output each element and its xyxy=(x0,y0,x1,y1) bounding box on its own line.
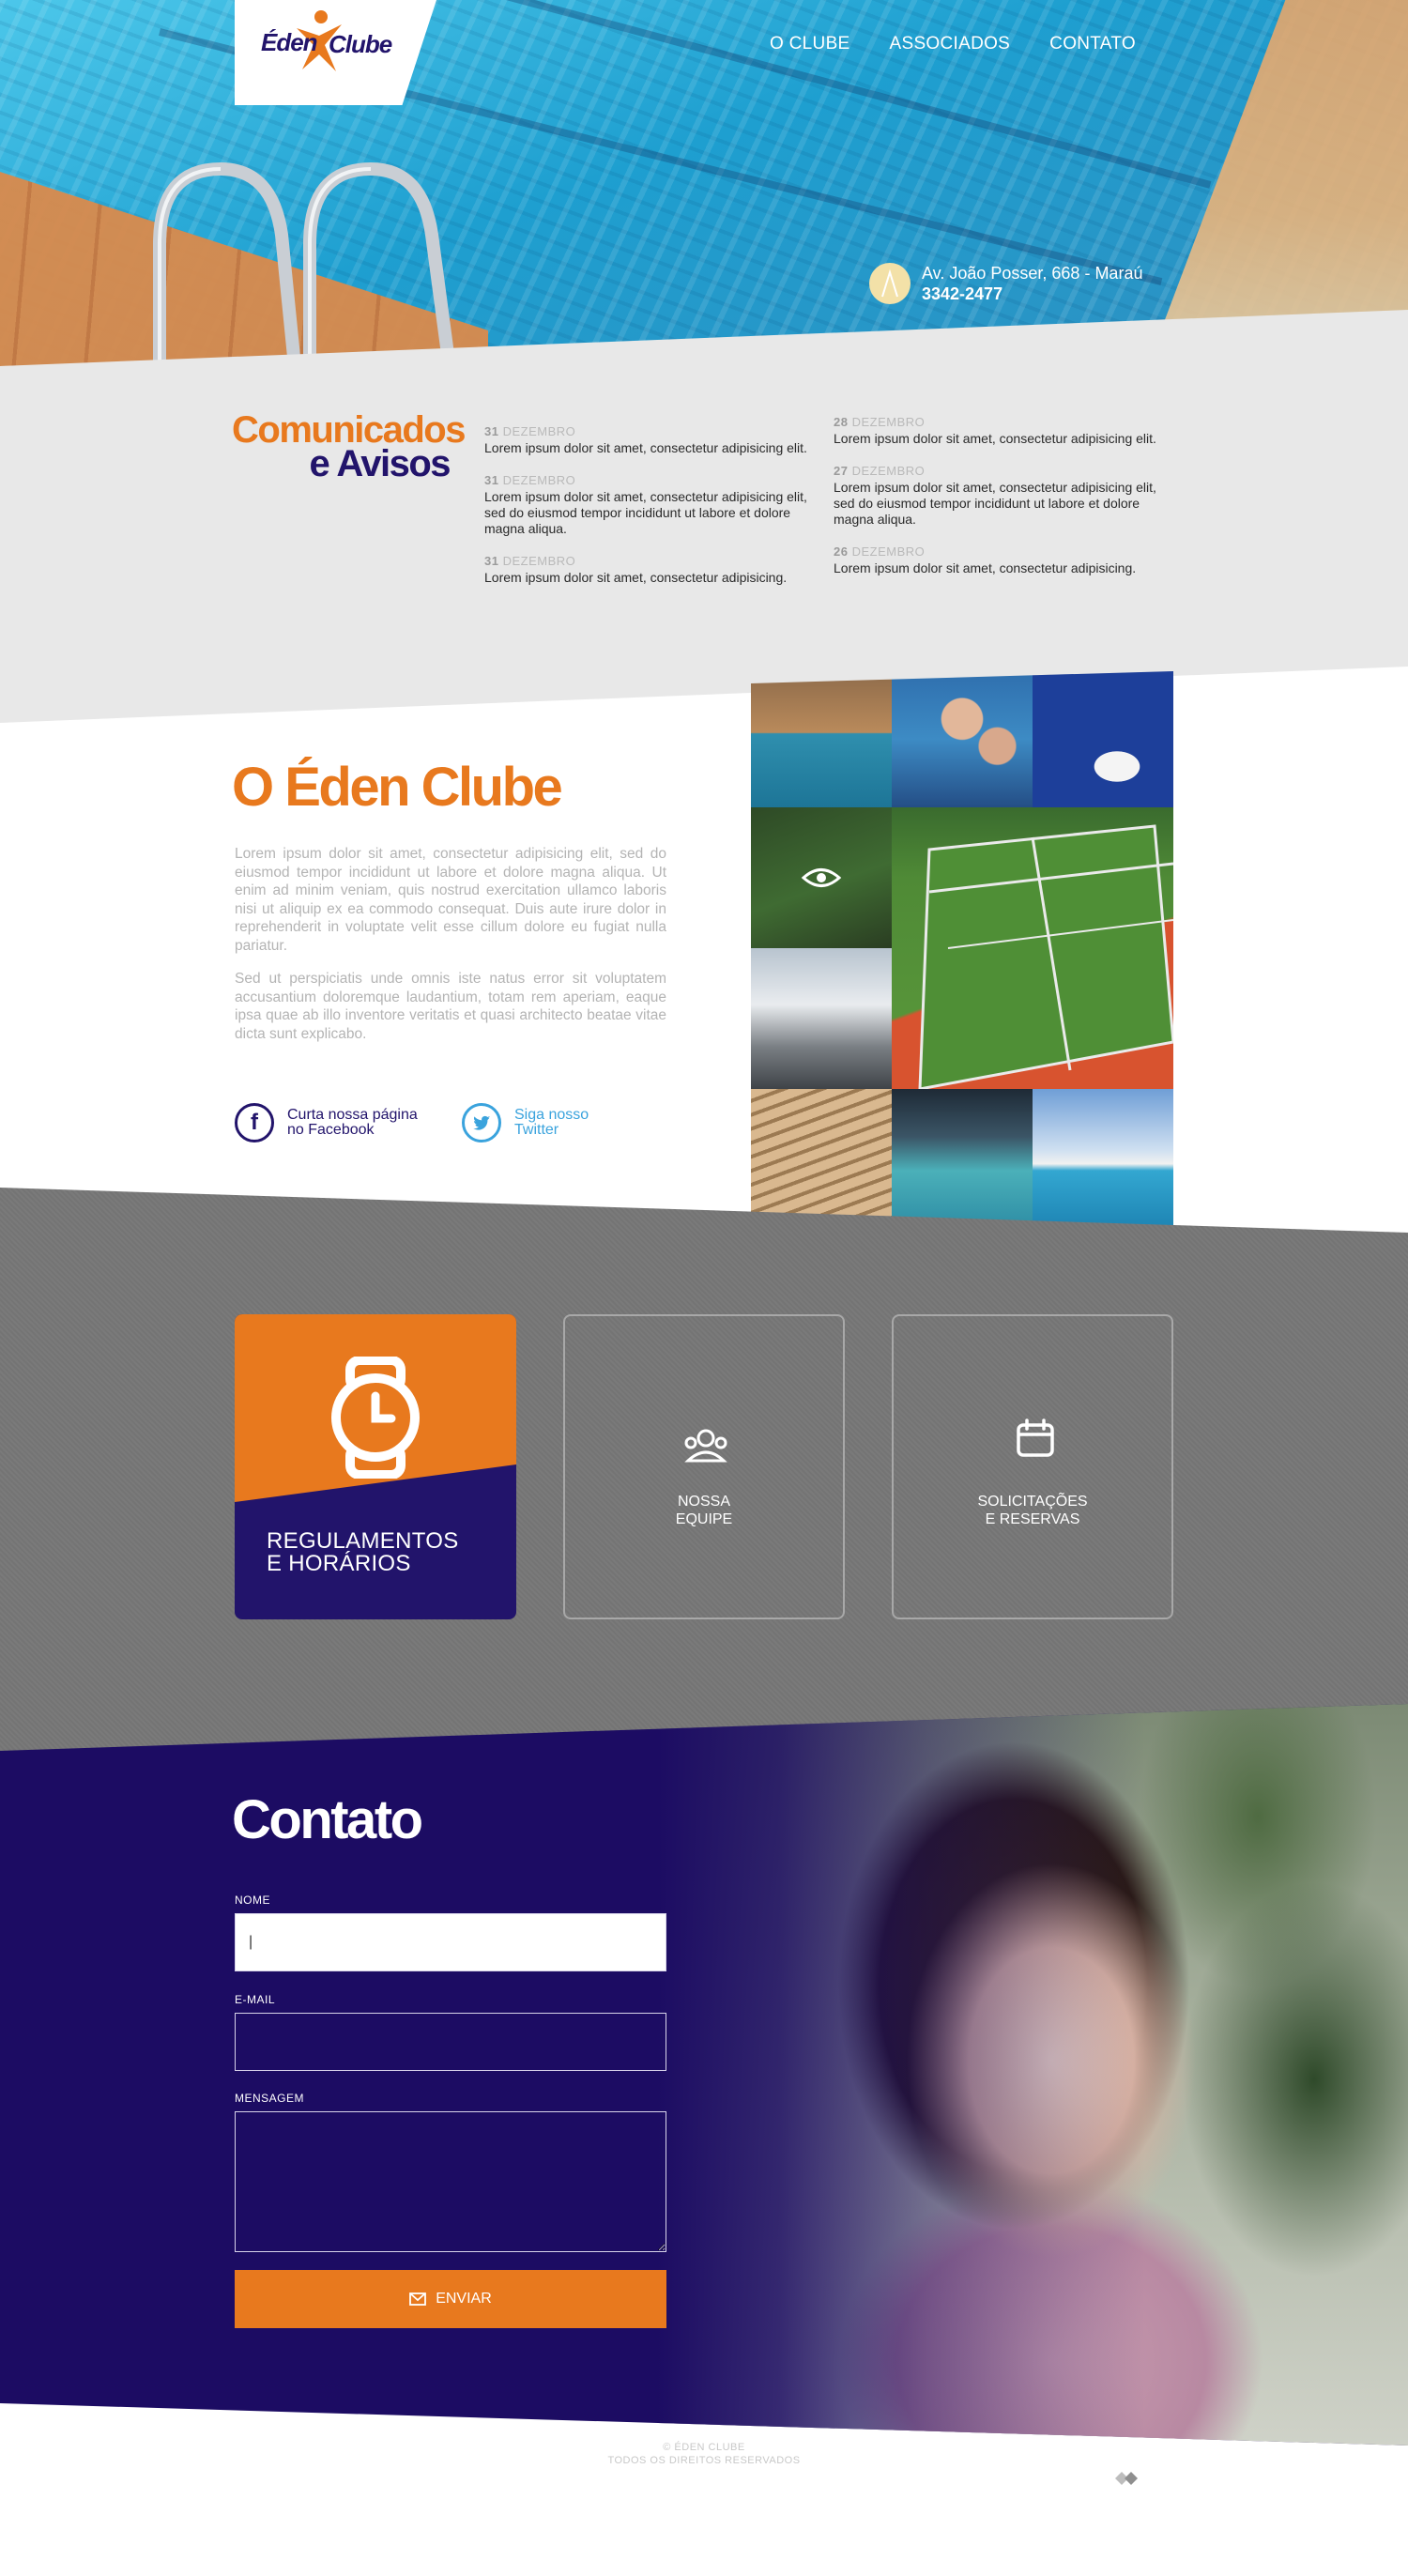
gallery-photo[interactable] xyxy=(751,671,892,807)
footer-rights: TODOS OS DIREITOS RESERVADOS xyxy=(607,2455,801,2466)
contact-heading: Contato xyxy=(232,1789,423,1850)
card-title-line2: EQUIPE xyxy=(675,1511,733,1527)
photo-fade-overlay xyxy=(657,1704,1145,2446)
twitter-text-line1: Siga nosso xyxy=(514,1107,589,1123)
contact-section xyxy=(0,1704,1408,2446)
news-heading-line1: Comunicados xyxy=(232,409,466,451)
card-title-line2: E HORÁRIOS xyxy=(267,1551,411,1576)
card-title-line1: NOSSA xyxy=(677,1494,730,1510)
calendar-icon xyxy=(1017,1418,1054,1457)
card-title-line2: E RESERVAS xyxy=(985,1511,1080,1527)
news-text: Lorem ipsum dolor sit amet, consectetur … xyxy=(484,570,788,585)
facebook-link[interactable]: f Curta nossa página no Facebook xyxy=(235,1103,418,1142)
news-item[interactable]: 28 DEZEMBRO Lorem ipsum dolor sit amet, … xyxy=(834,415,1176,447)
news-column-right: 28 DEZEMBRO Lorem ipsum dolor sit amet, … xyxy=(834,415,1176,593)
name-input[interactable] xyxy=(235,1913,666,1971)
twitter-text-line2: Twitter xyxy=(514,1122,559,1138)
news-month: DEZEMBRO xyxy=(851,464,926,478)
email-label: E-MAIL xyxy=(235,1993,276,2006)
card-solicitacoes[interactable]: SOLICITAÇÕES E RESERVAS xyxy=(892,1314,1173,1619)
news-month: DEZEMBRO xyxy=(502,424,576,438)
send-button-label: ENVIAR xyxy=(436,2291,492,2307)
gallery-photo[interactable] xyxy=(751,807,892,948)
team-icon xyxy=(684,1429,727,1463)
message-label: MENSAGEM xyxy=(235,2092,305,2105)
news-day: 31 xyxy=(484,554,499,568)
watch-icon xyxy=(331,1357,420,1479)
news-item[interactable]: 27 DEZEMBRO Lorem ipsum dolor sit amet, … xyxy=(834,464,1176,528)
news-text: Lorem ipsum dolor sit amet, consectetur … xyxy=(484,489,807,536)
news-text: Lorem ipsum dolor sit amet, consectetur … xyxy=(834,560,1137,575)
card-regulamentos[interactable]: REGULAMENTOS E HORÁRIOS xyxy=(235,1314,516,1619)
news-text: Lorem ipsum dolor sit amet, consectetur … xyxy=(834,431,1156,446)
agency-logo-icon[interactable] xyxy=(1113,2469,1140,2488)
news-column-left: 31 DEZEMBRO Lorem ipsum dolor sit amet, … xyxy=(484,424,827,603)
send-button[interactable]: ENVIAR xyxy=(235,2270,666,2328)
card-title-line1: SOLICITAÇÕES xyxy=(977,1494,1088,1510)
nav-item-o-clube[interactable]: O CLUBE xyxy=(770,34,850,54)
nav-item-contato[interactable]: CONTATO xyxy=(1049,34,1136,54)
gallery-photo[interactable] xyxy=(892,1089,1033,1225)
news-day: 31 xyxy=(484,473,499,487)
twitter-icon xyxy=(462,1103,501,1142)
name-label: NOME xyxy=(235,1894,270,1907)
hero-banner: Éden Clube O CLUBE ASSOCIADOS CONTATO Av… xyxy=(0,0,1408,366)
news-day: 31 xyxy=(484,424,499,438)
gallery-photo[interactable] xyxy=(1033,671,1173,807)
card-nossa-equipe[interactable]: NOSSA EQUIPE xyxy=(563,1314,845,1619)
nav-item-associados[interactable]: ASSOCIADOS xyxy=(890,34,1011,54)
footer: © ÉDEN CLUBE TODOS OS DIREITOS RESERVADO… xyxy=(0,2441,1408,2467)
envelope-icon xyxy=(409,2292,427,2306)
facebook-text-line1: Curta nossa página xyxy=(287,1107,418,1123)
news-item[interactable]: 31 DEZEMBRO Lorem ipsum dolor sit amet, … xyxy=(484,554,827,586)
news-text: Lorem ipsum dolor sit amet, consectetur … xyxy=(834,480,1156,527)
hero-bottom-slant xyxy=(0,333,1408,366)
view-eye-icon[interactable] xyxy=(751,807,892,948)
news-item[interactable]: 31 DEZEMBRO Lorem ipsum dolor sit amet, … xyxy=(484,424,827,456)
news-month: DEZEMBRO xyxy=(851,415,926,429)
news-month: DEZEMBRO xyxy=(851,544,926,559)
gallery-photo[interactable] xyxy=(751,1089,892,1225)
gallery-photo[interactable] xyxy=(751,948,892,1089)
about-paragraph: Lorem ipsum dolor sit amet, consectetur … xyxy=(235,846,666,954)
facebook-icon: f xyxy=(235,1103,274,1142)
card-title-line1: REGULAMENTOS xyxy=(267,1528,459,1554)
message-textarea[interactable] xyxy=(235,2111,666,2252)
about-paragraph: Sed ut perspiciatis unde omnis iste natu… xyxy=(235,971,666,1042)
site-logo[interactable]: Éden Clube xyxy=(235,0,436,105)
gallery-photo[interactable] xyxy=(1033,1089,1173,1225)
location-icon xyxy=(869,263,911,304)
news-month: DEZEMBRO xyxy=(502,554,576,568)
news-day: 26 xyxy=(834,544,849,559)
news-heading: Comunicados e Avisos xyxy=(232,409,466,484)
facebook-text-line2: no Facebook xyxy=(287,1122,375,1138)
news-item[interactable]: 26 DEZEMBRO Lorem ipsum dolor sit amet, … xyxy=(834,544,1176,576)
phone-text: 3342-2477 xyxy=(922,284,1003,303)
address-block: Av. João Posser, 668 - Maraú 3342-2477 xyxy=(869,263,1142,304)
court-lines xyxy=(918,824,1173,1089)
email-input[interactable] xyxy=(235,2013,666,2071)
gallery-photo[interactable] xyxy=(892,671,1033,807)
address-text: Av. João Posser, 668 - Maraú xyxy=(922,264,1143,283)
news-month: DEZEMBRO xyxy=(502,473,576,487)
logo-text-eden: Éden xyxy=(261,28,318,56)
main-nav: O CLUBE ASSOCIADOS CONTATO xyxy=(770,34,1136,54)
news-day: 27 xyxy=(834,464,849,478)
logo-text-clube: Clube xyxy=(329,30,392,58)
news-item[interactable]: 31 DEZEMBRO Lorem ipsum dolor sit amet, … xyxy=(484,473,827,537)
photo-gallery xyxy=(751,671,1173,1225)
about-heading: O Éden Clube xyxy=(232,757,563,818)
footer-copyright: © ÉDEN CLUBE xyxy=(663,2442,745,2453)
news-heading-line2: e Avisos xyxy=(309,443,451,484)
twitter-link[interactable]: Siga nosso Twitter xyxy=(462,1103,589,1142)
news-text: Lorem ipsum dolor sit amet, consectetur … xyxy=(484,440,807,455)
gallery-photo-tennis-court[interactable] xyxy=(892,807,1173,1089)
news-day: 28 xyxy=(834,415,849,429)
